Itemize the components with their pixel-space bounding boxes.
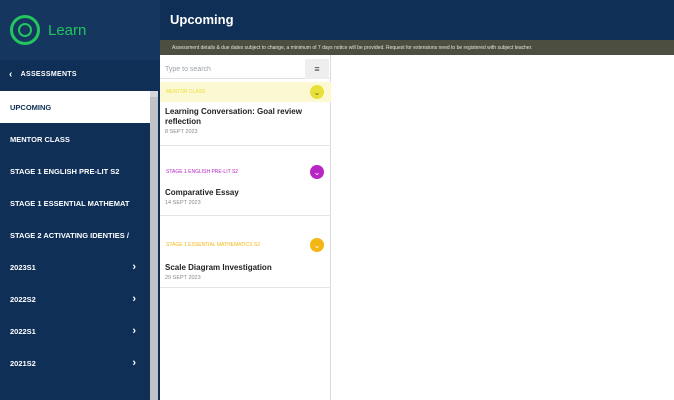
back-to-assessments[interactable]: ‹ ASSESSMENTS [0,60,160,88]
app-logo[interactable]: Learn [0,0,160,60]
divider [160,287,331,288]
group-header-english-pre-lit[interactable]: STAGE 1 ENGLISH PRE-LIT S2 ⌄ [160,162,331,182]
chevron-right-icon: › [132,293,136,305]
page-header: Upcoming [160,0,674,40]
group-header-essential-math[interactable]: STAGE 1 ESSENTIAL MATHEMATICS S2 ⌄ [160,235,331,255]
list-item[interactable]: Scale Diagram Investigation 29 SEPT 2023 [160,263,331,281]
divider [160,145,331,146]
chevron-down-icon[interactable]: ⌄ [310,85,324,99]
entry-title: Learning Conversation: Goal review refle… [165,107,302,126]
group-header-mentor-class[interactable]: MENTOR CLASS ⌄ [160,82,331,102]
sidebar-item-upcoming[interactable]: UPCOMING [0,91,150,123]
chevron-right-icon: › [132,325,136,337]
entry-date: 14 SEPT 2023 [165,200,201,206]
sidebar-item-english-pre-lit[interactable]: STAGE 1 ENGLISH PRE-LIT S2 [0,155,150,187]
scrollbar-thumb[interactable] [150,97,158,400]
sidebar-item-mentor-class[interactable]: MENTOR CLASS [0,123,150,155]
chevron-down-icon[interactable]: ⌄ [310,238,324,252]
sidebar: Learn ‹ ASSESSMENTS UPCOMING MENTOR CLAS… [0,0,160,400]
filter-icon: ≡ [314,64,320,74]
sidebar-item-2022s2[interactable]: 2022S2 › [0,283,150,315]
notice-banner: Assessment details & due dates subject t… [160,40,674,55]
sidebar-item-essential-math[interactable]: STAGE 1 ESSENTIAL MATHEMAT [0,187,150,219]
search-input[interactable] [165,61,305,77]
chevron-down-icon[interactable]: ⌄ [310,165,324,179]
filter-button[interactable]: ≡ [305,59,329,79]
search-row: ≡ [160,59,331,79]
entry-title: Scale Diagram Investigation [165,263,272,272]
logo-text: Learn [48,21,87,39]
back-label: ASSESSMENTS [20,70,77,78]
chevron-left-icon: ‹ [9,68,13,80]
sidebar-item-activating-identities[interactable]: STAGE 2 ACTIVATING IDENTIES / [0,219,150,251]
group-label: STAGE 1 ENGLISH PRE-LIT S2 [166,169,239,175]
logo-icon [10,15,40,45]
sidebar-list: UPCOMING MENTOR CLASS STAGE 1 ENGLISH PR… [0,91,150,379]
sidebar-item-2021s2[interactable]: 2021S2 › [0,347,150,379]
list-item[interactable]: Comparative Essay 14 SEPT 2023 [160,188,331,206]
entry-title: Comparative Essay [165,188,239,197]
page-title: Upcoming [170,12,234,27]
assessment-list-panel: ≡ MENTOR CLASS ⌄ Learning Conversation: … [160,55,331,400]
list-item[interactable]: Learning Conversation: Goal review refle… [160,107,331,135]
group-label: STAGE 1 ESSENTIAL MATHEMATICS S2 [166,242,261,248]
sidebar-item-2023s1[interactable]: 2023S1 › [0,251,150,283]
sidebar-item-2022s1[interactable]: 2022S1 › [0,315,150,347]
chevron-right-icon: › [132,261,136,273]
divider [160,215,331,216]
group-label: MENTOR CLASS [166,89,206,95]
entry-date: 8 SEPT 2023 [165,129,198,135]
entry-date: 29 SEPT 2023 [165,275,201,281]
chevron-right-icon: › [132,357,136,369]
sidebar-scrollbar[interactable] [150,91,158,400]
